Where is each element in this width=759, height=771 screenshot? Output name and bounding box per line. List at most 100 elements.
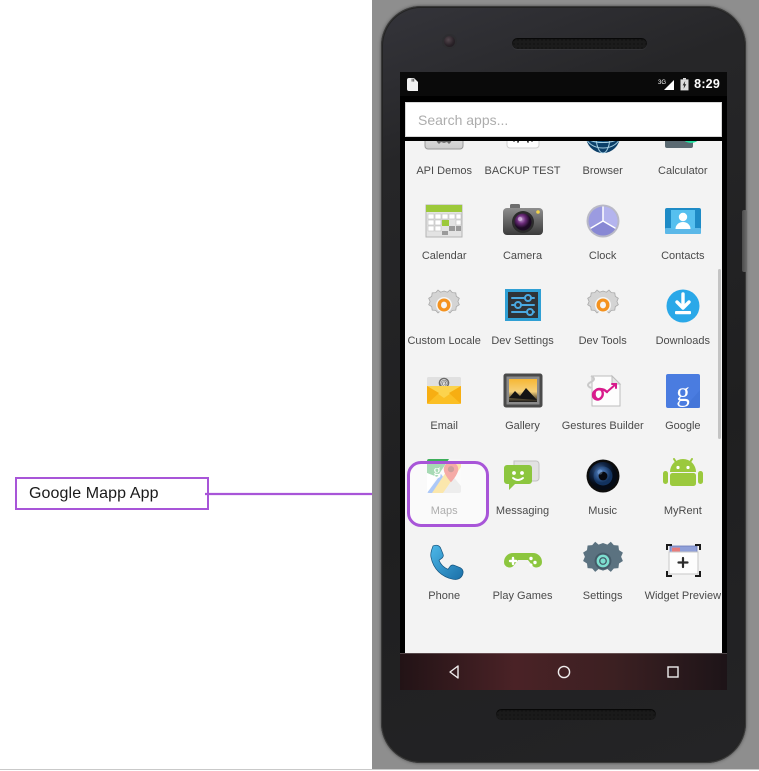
annotation-callout: Google Mapp App [15, 477, 209, 510]
app-label: Dev Settings [491, 335, 554, 347]
signal-bars-icon: 3G [658, 79, 675, 90]
back-button[interactable] [447, 664, 463, 680]
app-label: Settings [582, 590, 623, 602]
svg-text:g: g [433, 463, 441, 479]
phone-screen: 3G 8:29 Search apps... API Demos BACKUP … [400, 72, 727, 690]
app-label: Messaging [495, 505, 550, 517]
app-label: Calendar [421, 250, 467, 262]
app-icon-browser[interactable]: Browser [562, 141, 644, 192]
app-label: Downloads [655, 335, 711, 347]
power-button[interactable] [742, 210, 747, 272]
app-label: Dev Tools [578, 335, 627, 347]
browser-icon [580, 141, 626, 159]
app-icon-phone[interactable]: Phone [405, 532, 483, 617]
earpiece-grille-icon [512, 38, 647, 49]
app-icon-maps[interactable]: g Maps [405, 447, 483, 532]
svg-text:3G: 3G [658, 80, 666, 86]
app-icon-gallery[interactable]: Gallery [483, 362, 561, 447]
app-icon-contacts[interactable]: Contacts [644, 192, 722, 277]
app-label: Gestures Builder [561, 420, 644, 432]
app-icon-gestures-builder[interactable]: Gestures Builder [562, 362, 644, 447]
app-label: BACKUP TEST [484, 165, 561, 177]
app-label: Email [430, 420, 458, 432]
app-icon-api-demos[interactable]: API Demos [405, 141, 483, 192]
app-icon-widget-preview[interactable]: Widget Preview [644, 532, 722, 617]
phone-icon [421, 538, 467, 584]
status-bar-right: 3G 8:29 [658, 77, 720, 91]
app-icon-play-games[interactable]: Play Games [483, 532, 561, 617]
front-camera-icon [444, 36, 455, 47]
app-label: Maps [430, 505, 458, 517]
status-bar-clock: 8:29 [694, 77, 720, 91]
home-button[interactable] [556, 664, 572, 680]
backup-test-icon [500, 141, 546, 159]
app-icon-settings[interactable]: Settings [562, 532, 644, 617]
phone-device: 3G 8:29 Search apps... API Demos BACKUP … [381, 6, 747, 763]
app-label: MyRent [663, 505, 702, 517]
gallery-icon [500, 368, 546, 414]
sd-card-icon [407, 77, 418, 91]
recents-button[interactable] [665, 664, 681, 680]
app-icon-downloads[interactable]: Downloads [644, 277, 722, 362]
app-list-scrollbar[interactable] [718, 269, 721, 439]
app-label: Camera [502, 250, 543, 262]
clock-icon [580, 198, 626, 244]
app-icon-messaging[interactable]: Messaging [483, 447, 561, 532]
dev-tools-icon [580, 283, 626, 329]
google-icon: g [660, 368, 706, 414]
custom-locale-icon [421, 283, 467, 329]
myrent-icon [660, 453, 706, 499]
api-demos-icon [421, 141, 467, 159]
app-label: API Demos [416, 165, 472, 177]
downloads-icon [660, 283, 706, 329]
app-label: Gallery [505, 420, 540, 432]
bottom-speaker-grille-icon [496, 709, 656, 720]
status-bar: 3G 8:29 [400, 72, 727, 96]
play-games-icon [500, 538, 546, 584]
calendar-icon [421, 198, 467, 244]
app-label: Music [588, 505, 618, 517]
svg-text:g: g [676, 377, 690, 407]
app-icon-dev-tools[interactable]: Dev Tools [562, 277, 644, 362]
app-icon-music[interactable]: Music [562, 447, 644, 532]
battery-charging-icon [680, 77, 689, 90]
app-icon-calendar[interactable]: Calendar [405, 192, 483, 277]
status-bar-left [407, 77, 418, 91]
search-input[interactable]: Search apps... [405, 102, 722, 137]
settings-icon [580, 538, 626, 584]
camera-icon [500, 198, 546, 244]
app-icon-calculator[interactable]: Calculator [644, 141, 722, 192]
maps-icon: g [421, 453, 467, 499]
music-icon [580, 453, 626, 499]
app-label: Google [665, 420, 701, 432]
widget-preview-icon [660, 538, 706, 584]
page-bottom-rule [0, 769, 759, 770]
app-label: Widget Preview [644, 590, 722, 602]
app-icon-clock[interactable]: Clock [562, 192, 644, 277]
contacts-icon [660, 198, 706, 244]
screenshot-root: Google Mapp App 3G 8:29 Search apps... A… [0, 0, 759, 771]
app-label: Phone [428, 590, 461, 602]
app-icon-google[interactable]: g Google [644, 362, 722, 447]
app-icon-myrent[interactable]: MyRent [644, 447, 722, 532]
app-label: Play Games [492, 590, 553, 602]
app-icon-dev-settings[interactable]: Dev Settings [483, 277, 561, 362]
gestures-builder-icon [580, 368, 626, 414]
app-grid: API Demos BACKUP TEST Browser Calculator Cal… [405, 141, 722, 617]
app-drawer[interactable]: API Demos BACKUP TEST Browser Calculator Cal… [405, 141, 722, 653]
app-icon-email[interactable]: @ Email [405, 362, 483, 447]
calculator-icon [660, 141, 706, 159]
app-icon-backup-test[interactable]: BACKUP TEST [483, 141, 561, 192]
app-label: Browser [582, 165, 623, 177]
search-placeholder: Search apps... [418, 111, 509, 128]
app-icon-camera[interactable]: Camera [483, 192, 561, 277]
dev-settings-icon [500, 283, 546, 329]
app-icon-custom-locale[interactable]: Custom Locale [405, 277, 483, 362]
navigation-bar [400, 653, 727, 690]
app-label: Calculator [658, 165, 708, 177]
app-label: Clock [588, 250, 617, 262]
email-icon: @ [421, 368, 467, 414]
app-label: Contacts [661, 250, 705, 262]
messaging-icon [500, 453, 546, 499]
app-label: Custom Locale [407, 335, 481, 347]
